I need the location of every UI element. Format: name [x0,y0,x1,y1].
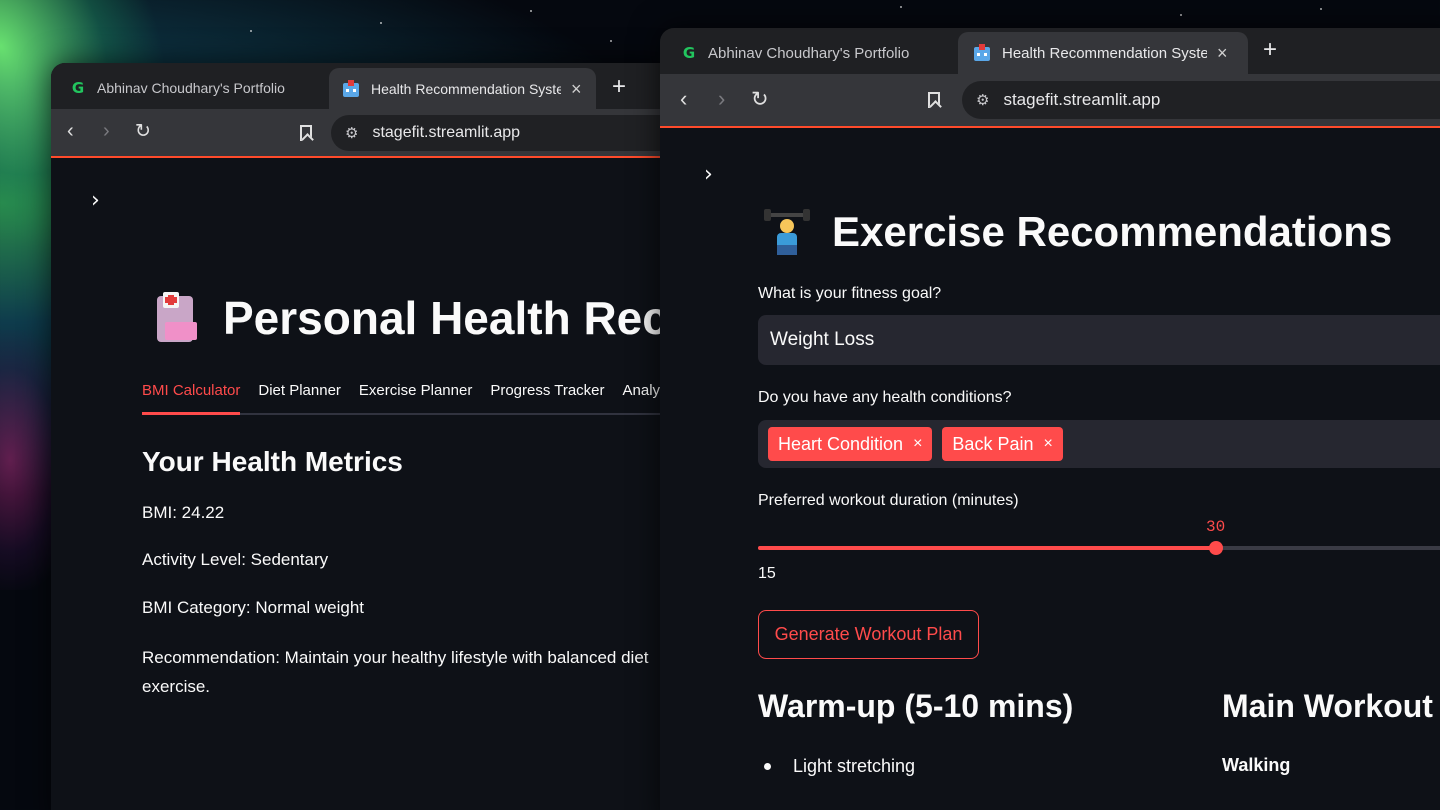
bmi-value: BMI: 24.22 [142,503,225,522]
url-text: stagefit.streamlit.app [372,124,521,141]
remove-chip-icon[interactable]: × [1043,435,1052,453]
tab-title: Abhinav Choudhary's Portfolio [708,44,910,62]
page-title-text: Personal Health Rec [223,292,668,344]
google-g-icon: G [71,79,85,97]
tab-title: Health Recommendation Syster [1002,44,1207,62]
browser-tab-portfolio[interactable]: G Abhinav Choudhary's Portfolio [69,75,319,101]
hospital-icon [341,79,361,98]
tab-bmi-calculator[interactable]: BMI Calculator [142,382,240,399]
tab-strip: G Abhinav Choudhary's Portfolio Health R… [660,28,1440,74]
main-workout-heading: Main Workout [1222,688,1433,724]
page-title: Exercise Recommendations [764,208,1392,256]
hospital-icon [972,44,992,62]
browser-tab-portfolio[interactable]: G Abhinav Choudhary's Portfolio [680,40,940,66]
slider-fill [758,546,1216,550]
star [900,6,902,8]
tab-progress-tracker[interactable]: Progress Tracker [490,382,604,399]
back-arrow-icon[interactable]: ‹ [67,121,74,141]
star [530,10,532,12]
section-heading: Your Health Metrics [142,446,403,477]
star [610,40,612,42]
chip-label: Back Pain [952,433,1034,454]
weight-lifter-emoji-icon [764,209,810,255]
health-conditions-multiselect[interactable]: Heart Condition × Back Pain × [758,420,1440,468]
forward-arrow-icon[interactable]: › [718,88,725,110]
forward-arrow-icon[interactable]: › [103,121,110,141]
browser-window-left: G Abhinav Choudhary's Portfolio Health R… [51,63,671,810]
back-arrow-icon[interactable]: ‹ [680,88,687,110]
warmup-heading: Warm-up (5-10 mins) [758,688,1074,724]
new-tab-button[interactable]: + [612,75,626,99]
duration-label: Preferred workout duration (minutes) [758,492,1019,509]
browser-tab-health[interactable]: Health Recommendation Syster × [958,32,1248,74]
site-settings-icon[interactable]: ⚙ [976,91,989,109]
page-content: › Exercise Recommendations What is your … [660,128,1440,810]
address-bar[interactable]: ⚙ stagefit.streamlit.app [331,115,671,151]
remove-chip-icon[interactable]: × [913,435,922,453]
activity-level: Activity Level: Sedentary [142,550,329,569]
slider-thumb[interactable] [1209,541,1223,555]
hospital-emoji-icon [155,292,201,344]
fitness-goal-value: Weight Loss [770,329,875,350]
active-tab-indicator [142,412,240,415]
fitness-goal-label: What is your fitness goal? [758,285,942,302]
sidebar-expand-icon[interactable]: › [91,188,100,213]
reload-icon[interactable]: ↻ [751,89,769,110]
tab-diet-planner[interactable]: Diet Planner [258,382,341,399]
chip-heart-condition[interactable]: Heart Condition × [768,427,933,461]
main-workout-subheading: Walking [1222,755,1291,775]
generate-workout-button[interactable]: Generate Workout Plan [758,610,979,659]
browser-toolbar: ‹ › ↻ ⚙ stagefit.streamlit.app [51,109,671,158]
star [250,30,252,32]
health-conditions-label: Do you have any health conditions? [758,389,1012,406]
chip-back-pain[interactable]: Back Pain × [942,427,1063,461]
star [1320,8,1322,10]
slider-current-value: 30 [1206,518,1226,536]
browser-window-right: G Abhinav Choudhary's Portfolio Health R… [660,28,1440,810]
recommendation-text: Recommendation: Maintain your healthy li… [142,648,649,696]
bmi-category: BMI Category: Normal weight [142,598,365,617]
page-title: Personal Health Rec [155,291,668,345]
google-g-icon: G [682,44,696,62]
list-item-text: Light stretching [793,756,916,776]
fitness-goal-select[interactable]: Weight Loss [758,315,1440,365]
tab-strip: G Abhinav Choudhary's Portfolio Health R… [51,63,671,109]
close-tab-icon[interactable]: × [1217,44,1228,62]
nav-tabs: BMI Calculator Diet Planner Exercise Pla… [142,382,668,399]
sidebar-expand-icon[interactable]: › [704,162,713,187]
list-item: Light stretching [764,756,915,777]
chip-label: Heart Condition [778,433,904,454]
tab-exercise-planner[interactable]: Exercise Planner [359,382,472,399]
close-tab-icon[interactable]: × [571,80,582,98]
tab-title: Health Recommendation Syster [371,80,561,97]
star [380,22,382,24]
tab-title: Abhinav Choudhary's Portfolio [97,80,285,96]
bullet-dot [764,763,771,770]
address-bar[interactable]: ⚙ stagefit.streamlit.app [962,81,1440,119]
star [1180,14,1182,16]
url-text: stagefit.streamlit.app [1003,90,1161,109]
browser-toolbar: ‹ › ↻ ⚙ stagefit.streamlit.app [660,74,1440,128]
bookmark-icon[interactable] [928,92,940,108]
page-content: › Personal Health Rec BMI Calculator Die… [51,158,671,810]
bookmark-icon[interactable] [300,125,312,141]
browser-tab-health[interactable]: Health Recommendation Syster × [329,68,596,109]
reload-icon[interactable]: ↻ [135,122,151,141]
page-title-text: Exercise Recommendations [832,208,1393,255]
new-tab-button[interactable]: + [1263,38,1277,62]
slider-min-label: 15 [758,565,776,582]
site-settings-icon[interactable]: ⚙ [345,124,358,142]
